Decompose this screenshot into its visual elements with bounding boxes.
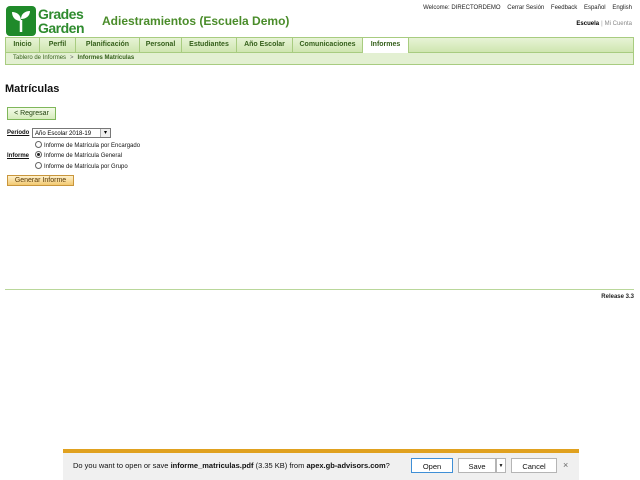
radio-button[interactable]: [35, 141, 42, 148]
welcome-text: Welcome: DIRECTORDEMO: [423, 5, 501, 11]
tab-ano-escolar[interactable]: Año Escolar: [237, 38, 293, 52]
logo-text-grades: Grades: [38, 6, 84, 22]
download-size: (3.35 KB) from: [253, 461, 307, 470]
radio-option-grupo[interactable]: Informe de Matrícula por Grupo: [35, 162, 128, 171]
tab-informes[interactable]: Informes: [363, 38, 409, 53]
release-version: Release 3.3: [601, 294, 634, 300]
logo-text-garden: Garden: [38, 20, 85, 36]
main-nav: Inicio Perfil Planificación Personal Est…: [5, 37, 634, 53]
radio-label: Informe de Matrícula por Grupo: [44, 164, 128, 171]
top-utility-bar: Welcome: DIRECTORDEMO Cerrar Sesión Feed…: [418, 5, 632, 11]
download-message: Do you want to open or save informe_matr…: [73, 461, 390, 470]
open-button[interactable]: Open: [411, 458, 453, 473]
radio-label: Informe de Matrícula por Encargado: [44, 143, 141, 150]
periodo-label: Período: [7, 130, 30, 136]
tab-perfil[interactable]: Perfil: [40, 38, 76, 52]
radio-button[interactable]: [35, 162, 42, 169]
sprout-icon: [6, 6, 36, 36]
tab-comunicaciones[interactable]: Comunicaciones: [293, 38, 363, 52]
tab-personal[interactable]: Personal: [140, 38, 182, 52]
close-icon[interactable]: ×: [563, 460, 568, 471]
download-prefix: Do you want to open or save: [73, 461, 171, 470]
tab-inicio[interactable]: Inicio: [6, 38, 40, 52]
logout-link[interactable]: Cerrar Sesión: [507, 5, 544, 11]
periodo-select[interactable]: Año Escolar 2018-19 ▾: [32, 128, 111, 138]
save-button[interactable]: Save: [458, 458, 496, 473]
account-school-link[interactable]: Escuela: [576, 21, 599, 27]
breadcrumb-separator: >: [70, 55, 74, 61]
lang-spanish-link[interactable]: Español: [584, 5, 606, 11]
periodo-select-value: Año Escolar 2018-19: [35, 131, 92, 137]
cancel-button[interactable]: Cancel: [511, 458, 557, 473]
radio-option-general[interactable]: Informe de Matrícula General: [35, 151, 123, 160]
tab-planificacion[interactable]: Planificación: [76, 38, 140, 52]
download-filename: informe_matriculas.pdf: [170, 461, 254, 470]
account-my-account-link[interactable]: Mi Cuenta: [605, 21, 632, 27]
account-separator: |: [601, 21, 603, 27]
radio-option-encargado[interactable]: Informe de Matrícula por Encargado: [35, 141, 141, 150]
feedback-link[interactable]: Feedback: [551, 5, 577, 11]
breadcrumb: Tablero de Informes > Informes Matrículas: [5, 53, 634, 65]
account-switcher: Escuela | Mi Cuenta: [576, 21, 632, 27]
tab-estudiantes[interactable]: Estudiantes: [182, 38, 237, 52]
breadcrumb-current: Informes Matrículas: [77, 55, 135, 61]
generate-report-button[interactable]: Generar Informe: [7, 175, 74, 186]
radio-button-selected[interactable]: [35, 151, 42, 158]
school-title: Adiestramientos (Escuela Demo): [102, 14, 290, 28]
save-options-dropdown-icon[interactable]: ▼: [496, 458, 506, 473]
download-notification-bar: Do you want to open or save informe_matr…: [63, 449, 579, 480]
breadcrumb-parent-link[interactable]: Tablero de Informes: [13, 55, 66, 61]
informe-label: Informe: [7, 153, 30, 159]
lang-english-link[interactable]: English: [612, 5, 632, 11]
back-button[interactable]: < Regresar: [7, 107, 56, 120]
page-title: Matrículas: [5, 83, 60, 95]
grades-garden-logo[interactable]: Grades Garden: [6, 6, 96, 36]
footer-divider: [5, 289, 634, 290]
download-suffix: ?: [385, 461, 390, 470]
chevron-down-icon: ▾: [100, 129, 110, 137]
radio-label: Informe de Matrícula General: [44, 153, 123, 160]
download-host: apex.gb-advisors.com: [306, 461, 386, 470]
